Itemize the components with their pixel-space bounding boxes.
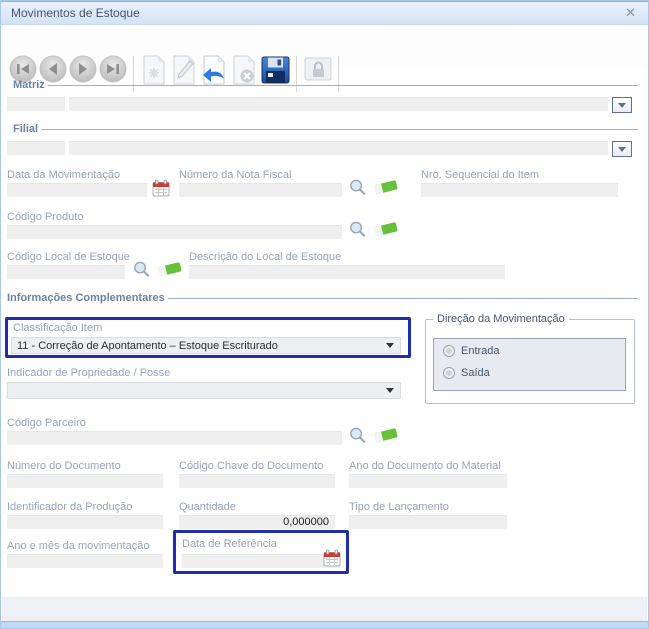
indicador-propriedade-select[interactable] — [7, 382, 401, 399]
indicador-propriedade-label: Indicador de Propriedade / Posse — [7, 367, 171, 379]
codigo-chave-documento-label: Código Chave do Documento — [179, 460, 324, 472]
quantidade-value: 0,000000 — [283, 516, 329, 528]
descricao-local-estoque-input[interactable] — [189, 265, 505, 279]
matriz-section-label: Matriz — [13, 79, 45, 91]
filial-dropdown-button[interactable] — [612, 141, 632, 157]
filial-code-input[interactable] — [7, 141, 65, 155]
codigo-parceiro-input[interactable] — [7, 431, 342, 445]
numero-nota-fiscal-label: Número da Nota Fiscal — [179, 169, 292, 181]
classificacao-item-select[interactable]: 11 - Correção de Apontamento – Estoque E… — [11, 337, 401, 354]
data-referencia-input[interactable] — [182, 554, 340, 568]
calendar-icon[interactable] — [152, 179, 170, 202]
window-title: Movimentos de Estoque — [11, 6, 140, 20]
section-divider — [167, 298, 638, 299]
radio-entrada-label: Entrada — [461, 345, 500, 357]
movimentos-de-estoque-window: Movimentos de Estoque ✕ Matriz Filial Da… — [0, 0, 649, 629]
radio-button-icon — [443, 345, 455, 357]
search-icon[interactable] — [348, 426, 367, 450]
chevron-down-icon — [386, 388, 394, 393]
close-icon[interactable]: ✕ — [625, 5, 636, 21]
search-icon[interactable] — [132, 260, 151, 284]
classificacao-item-value: 11 - Correção de Apontamento – Estoque E… — [17, 339, 278, 352]
nro-sequencial-item-input[interactable] — [421, 183, 618, 197]
ano-mes-movimentacao-label: Ano e mês da movimentação — [7, 540, 150, 552]
info-complementares-section-header: Informações Complementares — [7, 292, 638, 304]
quantidade-label: Quantidade — [179, 501, 236, 513]
window-bottom-edge — [1, 621, 648, 628]
filial-section-label: Filial — [13, 123, 39, 135]
classificacao-item-label: Classificação Item — [13, 322, 103, 334]
numero-nota-fiscal-input[interactable] — [179, 183, 342, 197]
chevron-down-icon — [618, 146, 626, 152]
codigo-produto-input[interactable] — [7, 225, 342, 239]
codigo-parceiro-label: Código Parceiro — [7, 417, 86, 429]
numero-documento-input[interactable] — [7, 474, 163, 488]
filial-description-input[interactable] — [69, 141, 608, 155]
numero-documento-label: Número do Documento — [7, 460, 121, 472]
eraser-icon[interactable] — [373, 425, 400, 450]
radio-entrada[interactable]: Entrada — [443, 345, 500, 357]
calendar-icon[interactable] — [323, 549, 341, 572]
section-divider — [41, 129, 638, 130]
descricao-local-estoque-label: Descrição do Local de Estoque — [189, 251, 342, 263]
matriz-dropdown-button[interactable] — [612, 97, 632, 113]
tipo-lancamento-label: Tipo de Lançamento — [349, 501, 449, 513]
eraser-icon[interactable] — [157, 259, 184, 284]
ano-documento-material-label: Ano do Documento do Material — [349, 460, 501, 472]
title-bar: Movimentos de Estoque ✕ — [1, 1, 648, 25]
search-icon[interactable] — [348, 178, 367, 202]
matriz-code-input[interactable] — [7, 97, 65, 111]
codigo-local-estoque-label: Código Local de Estoque — [7, 251, 130, 263]
matriz-description-input[interactable] — [69, 97, 608, 111]
chevron-down-icon — [386, 343, 394, 348]
search-icon[interactable] — [348, 220, 367, 244]
matriz-section-header: Matriz — [13, 79, 638, 91]
data-movimentacao-label: Data da Movimentação — [7, 169, 121, 181]
data-movimentacao-input[interactable] — [7, 183, 147, 197]
tipo-lancamento-input[interactable] — [349, 515, 507, 529]
filial-section-header: Filial — [13, 123, 638, 135]
codigo-chave-documento-input[interactable] — [179, 474, 335, 488]
eraser-icon[interactable] — [373, 219, 400, 244]
eraser-icon[interactable] — [373, 177, 400, 202]
status-bar — [2, 596, 647, 621]
ano-mes-movimentacao-input[interactable] — [7, 554, 163, 568]
codigo-local-estoque-input[interactable] — [7, 265, 125, 279]
identificador-producao-label: Identificador da Produção — [7, 501, 133, 513]
nro-sequencial-item-label: Nro. Sequencial do Item — [421, 169, 540, 181]
radio-button-icon — [443, 367, 455, 379]
toolbar — [2, 26, 647, 92]
direcao-movimentacao-legend: Direção da Movimentação — [433, 313, 569, 325]
info-complementares-label: Informações Complementares — [7, 292, 165, 304]
codigo-produto-label: Código Produto — [7, 211, 84, 223]
identificador-producao-input[interactable] — [7, 515, 163, 529]
radio-saida-label: Saída — [461, 367, 490, 379]
chevron-down-icon — [618, 102, 626, 108]
section-divider — [47, 85, 638, 86]
ano-documento-material-input[interactable] — [349, 474, 507, 488]
data-referencia-label: Data de Referência — [182, 538, 277, 550]
radio-saida[interactable]: Saída — [443, 367, 490, 379]
